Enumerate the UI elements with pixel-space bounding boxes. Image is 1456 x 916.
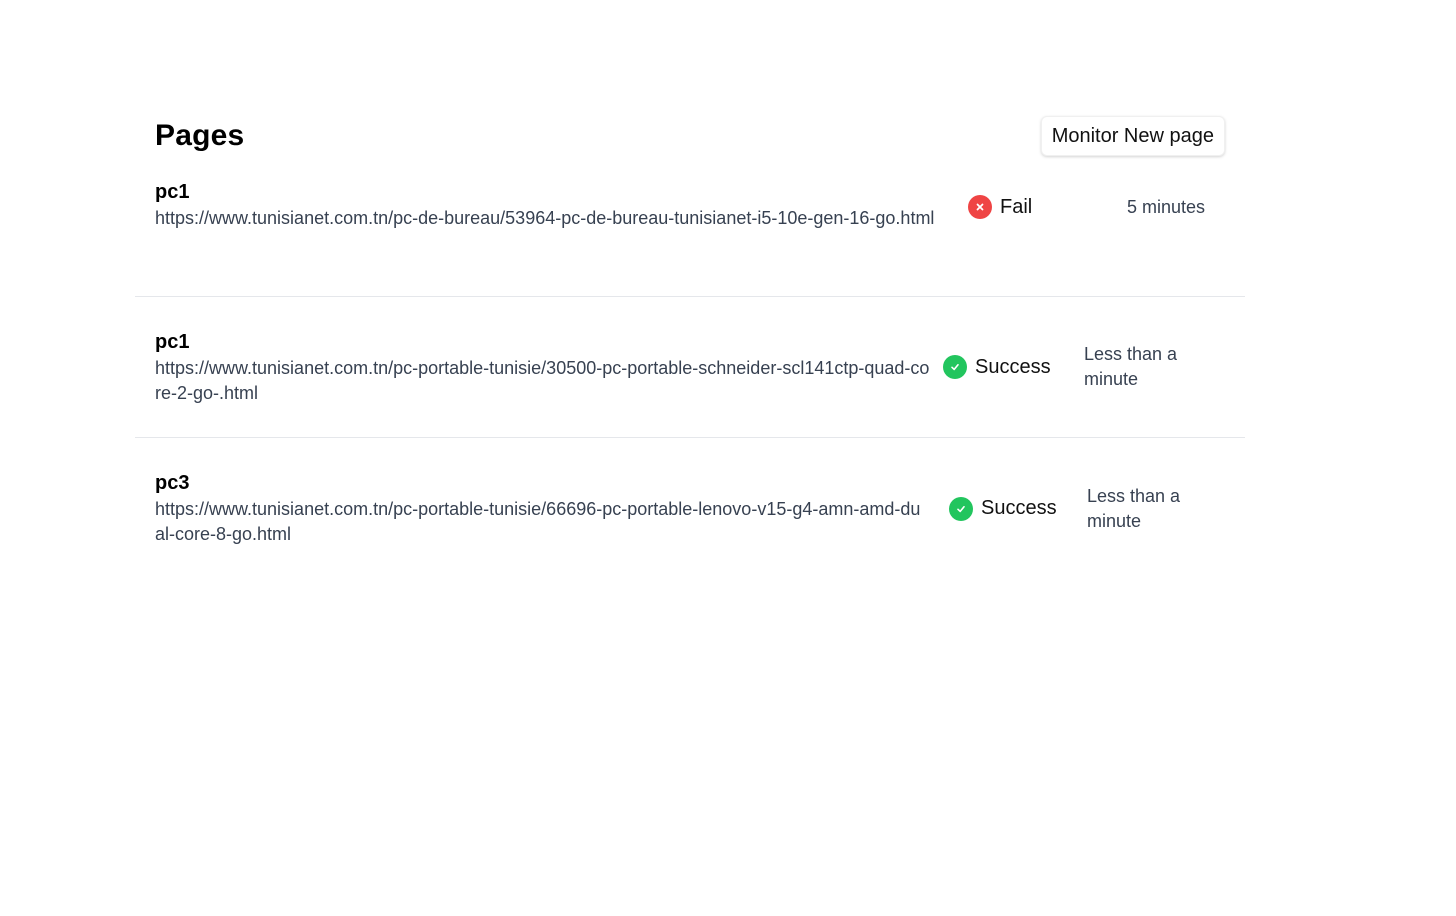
monitor-new-page-button[interactable]: Monitor New page [1040,116,1225,156]
page-info[interactable]: pc1 https://www.tunisianet.com.tn/pc-por… [155,329,930,406]
page-title: Pages [155,119,245,152]
last-checked: Less than a minute [1084,344,1178,389]
x-circle-icon [968,195,992,219]
page-url: https://www.tunisianet.com.tn/pc-de-bure… [155,208,935,228]
page-name: pc1 [155,330,190,353]
last-checked: Less than a minute [1087,485,1181,531]
page-info[interactable]: pc1 https://www.tunisianet.com.tn/pc-de-… [155,179,940,231]
status-label: Success [975,355,1051,378]
status-badge: Success [930,496,1090,521]
page-header: Pages Monitor New page [135,115,1245,157]
check-circle-icon [949,496,973,521]
status-badge: Fail [940,195,1105,219]
page-name: pc1 [155,181,190,203]
list-item: pc3 https://www.tunisianet.com.tn/pc-por… [135,438,1245,579]
page-name: pc3 [155,472,190,494]
last-checked: 5 minutes [1127,197,1206,217]
list-item: pc1 https://www.tunisianet.com.tn/pc-de-… [135,179,1245,297]
status-label: Fail [1000,195,1033,218]
pages-list: pc1 https://www.tunisianet.com.tn/pc-de-… [135,179,1245,579]
check-circle-icon [943,355,967,379]
page-url: https://www.tunisianet.com.tn/pc-portabl… [155,499,921,544]
status-label: Success [981,497,1057,519]
page-url: https://www.tunisianet.com.tn/pc-portabl… [155,357,930,403]
page-info[interactable]: pc3 https://www.tunisianet.com.tn/pc-por… [155,470,930,547]
pages-container: Pages Monitor New page pc1 https://www.t… [135,115,1245,579]
list-item: pc1 https://www.tunisianet.com.tn/pc-por… [135,297,1245,438]
status-badge: Success [930,355,1090,379]
